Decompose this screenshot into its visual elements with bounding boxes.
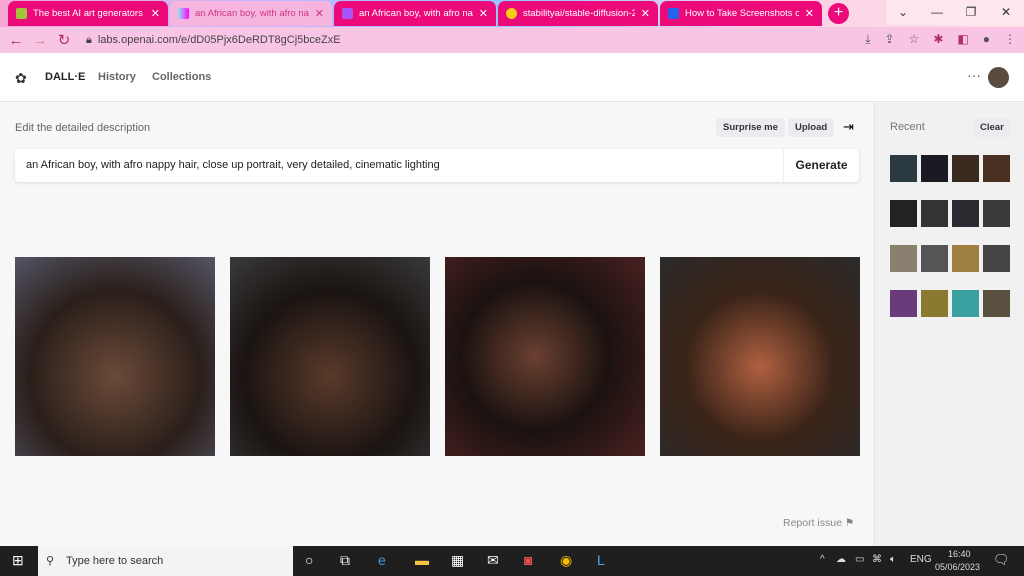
volume-icon[interactable]: 🔈︎ [890, 554, 896, 565]
generated-image[interactable] [15, 257, 215, 456]
recent-thumbnail[interactable] [921, 245, 948, 272]
star-icon[interactable]: ☆ [909, 32, 920, 47]
favicon-icon [668, 8, 679, 19]
favicon-icon [16, 8, 27, 19]
editor: Edit the detailed description Surprise m… [0, 103, 874, 546]
minimize-button[interactable]: — [920, 0, 954, 25]
clock-time[interactable]: 16:40 [948, 549, 971, 559]
reload-icon[interactable]: ↻ [52, 31, 76, 49]
favicon-icon [178, 8, 189, 19]
report-issue-link[interactable]: Report issue ⚑ [783, 517, 854, 529]
surprise-me-button[interactable]: Surprise me [716, 118, 785, 137]
tab[interactable]: The best AI art generators of ✕ [8, 1, 168, 26]
generated-image[interactable] [230, 257, 430, 456]
recent-thumbnail[interactable] [952, 290, 979, 317]
clear-button[interactable]: Clear [973, 118, 1011, 137]
tab-bar: The best AI art generators of ✕ an Africa… [0, 0, 1024, 27]
app-header: ✿ DALL·E History Collections ··· [0, 53, 1024, 102]
favicon-icon [342, 8, 353, 19]
tray-chevron-icon[interactable]: ^ [820, 554, 825, 565]
sidepanel-icon[interactable]: ◧ [957, 32, 968, 47]
share-icon[interactable]: ⇪ [885, 32, 895, 47]
tab-search-button[interactable]: ⌄ [886, 0, 920, 25]
recent-thumbnail[interactable] [890, 245, 917, 272]
recent-sidebar: Recent Clear [874, 103, 1024, 546]
description-label: Edit the detailed description [15, 122, 151, 134]
upload-button[interactable]: Upload [788, 118, 835, 137]
recent-thumbnail[interactable] [921, 155, 948, 182]
brand[interactable]: DALL·E [45, 71, 85, 83]
forward-icon[interactable]: → [28, 32, 52, 49]
prompt-input[interactable]: an African boy, with afro nappy hair, cl… [15, 149, 859, 182]
network-icon[interactable]: ⌘ [872, 554, 882, 565]
recent-thumbnail[interactable] [921, 290, 948, 317]
recent-thumbnail[interactable] [890, 290, 917, 317]
recent-thumbnail[interactable] [890, 155, 917, 182]
recent-thumbnail[interactable] [983, 155, 1010, 182]
recent-thumbnail[interactable] [952, 155, 979, 182]
battery-icon[interactable]: ▭ [855, 554, 864, 565]
edge-icon[interactable]: e [378, 552, 386, 568]
tab[interactable]: stabilityai/stable-diffusion-2 ✕ [498, 1, 658, 26]
recent-thumbnail[interactable] [952, 245, 979, 272]
recent-thumbnail[interactable] [983, 290, 1010, 317]
recent-thumbnail[interactable] [921, 200, 948, 227]
app-l-icon[interactable]: L [597, 552, 605, 568]
nav-history[interactable]: History [98, 71, 136, 83]
profile-avatar[interactable]: ● [983, 32, 990, 47]
maximize-button[interactable]: ❐ [954, 0, 988, 25]
more-icon[interactable]: ··· [967, 67, 981, 83]
clock-date[interactable]: 05/06/2023 [935, 562, 980, 572]
close-icon[interactable]: ✕ [479, 7, 488, 20]
file-explorer-icon[interactable]: ▬ [415, 552, 429, 568]
notifications-icon[interactable]: 🗨︎ [993, 552, 1010, 568]
close-icon[interactable]: ✕ [151, 7, 160, 20]
back-icon[interactable]: ← [4, 32, 28, 49]
recent-thumbnail[interactable] [890, 200, 917, 227]
mail-icon[interactable]: ✉ [487, 552, 499, 569]
recent-thumbnail[interactable] [983, 200, 1010, 227]
extensions-icon[interactable]: ✱ [933, 32, 943, 47]
openai-logo-icon: ✿ [15, 70, 27, 86]
nav-collections[interactable]: Collections [152, 71, 211, 83]
recent-title: Recent [890, 121, 925, 133]
avatar[interactable] [988, 67, 1009, 88]
close-icon[interactable]: ✕ [641, 7, 650, 20]
address-bar-row: ← → ↻ 🔒︎ labs.openai.com/e/dD05Pjx6DeRDT8… [0, 27, 1024, 53]
new-tab-button[interactable]: + [828, 3, 849, 24]
generated-image[interactable] [660, 257, 860, 456]
close-window-button[interactable]: ✕ [988, 0, 1024, 25]
collapse-icon[interactable]: ⇥ [843, 119, 854, 135]
language[interactable]: ENG [910, 554, 932, 565]
close-icon[interactable]: ✕ [315, 7, 324, 20]
taskbar: ⊞ ⚲ Type here to search ○ ⧉ e ▬ ▦ ✉ ◙ ◉ L… [0, 546, 1024, 576]
recent-thumbnail[interactable] [952, 200, 979, 227]
tab[interactable]: an African boy, with afro nap ✕ [334, 1, 496, 26]
app-icon[interactable]: ◙ [524, 552, 532, 568]
close-icon[interactable]: ✕ [805, 7, 814, 20]
favicon-icon [506, 8, 517, 19]
url-field[interactable]: 🔒︎ labs.openai.com/e/dD05Pjx6DeRDT8gCj5bc… [86, 31, 341, 49]
search-icon: ⚲ [46, 555, 55, 567]
cortana-icon[interactable]: ○ [305, 552, 313, 568]
tab-active[interactable]: an African boy, with afro nap ✕ [170, 1, 332, 26]
windows-start-icon[interactable]: ⊞ [12, 552, 24, 569]
store-icon[interactable]: ▦ [451, 552, 464, 569]
lock-icon: 🔒︎ [86, 33, 92, 46]
taskbar-search[interactable]: ⚲ Type here to search [38, 546, 293, 576]
onedrive-icon[interactable]: ☁ [836, 554, 846, 565]
menu-icon[interactable]: ⋮ [1004, 32, 1016, 47]
install-icon[interactable]: ⤓ [865, 32, 870, 47]
generated-image[interactable] [445, 257, 645, 456]
tab[interactable]: How to Take Screenshots on ✕ [660, 1, 822, 26]
generate-button[interactable]: Generate [783, 149, 859, 182]
chrome-icon[interactable]: ◉ [560, 552, 572, 569]
task-view-icon[interactable]: ⧉ [340, 552, 350, 569]
recent-thumbnail[interactable] [983, 245, 1010, 272]
